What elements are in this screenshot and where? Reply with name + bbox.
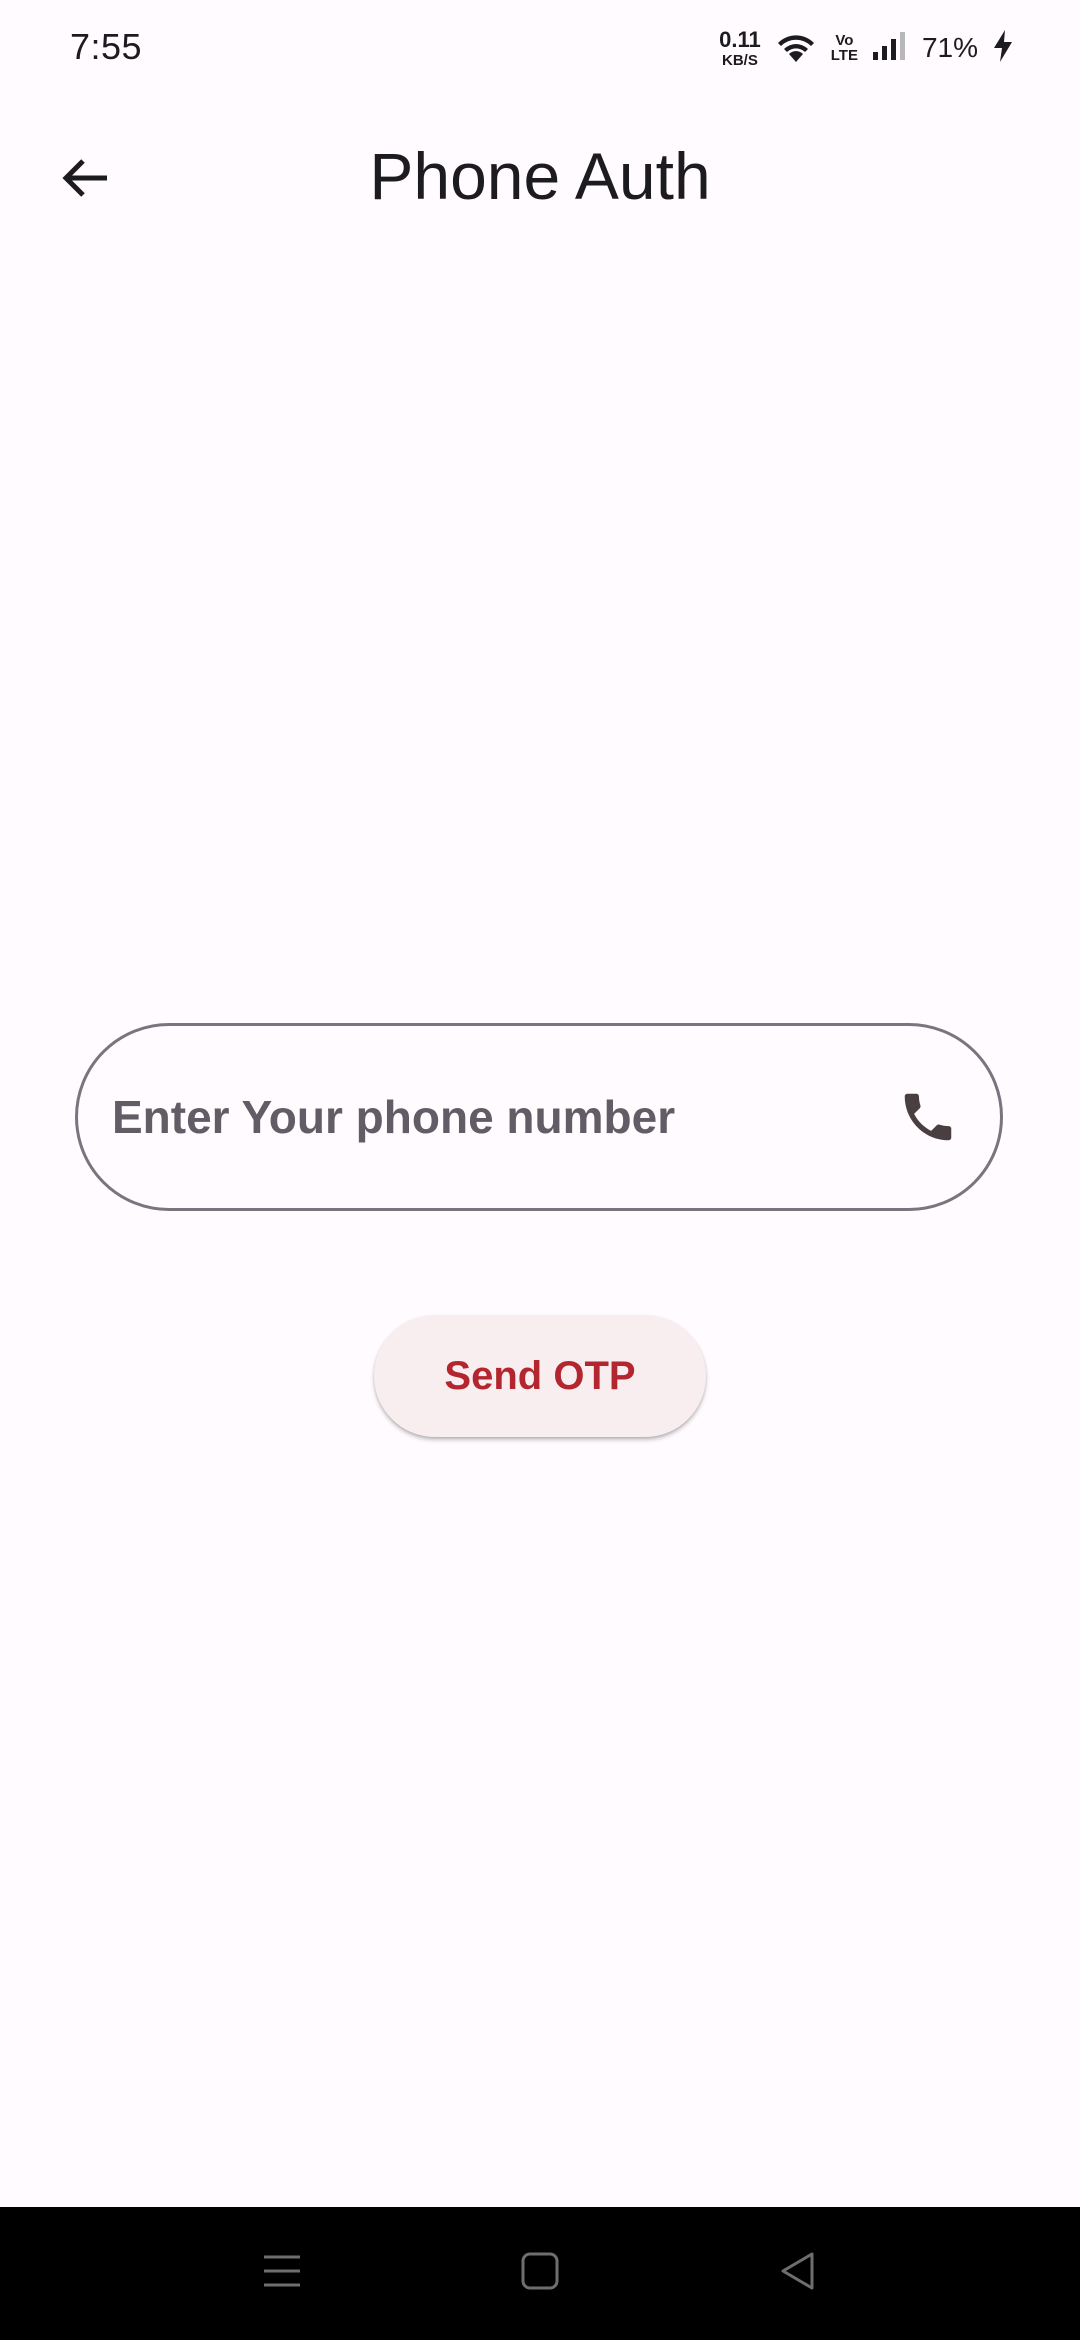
network-speed: 0.11 KB/S: [719, 26, 761, 69]
app-bar: Phone Auth: [0, 120, 1080, 240]
network-speed-unit: KB/S: [722, 51, 758, 69]
phone-number-input[interactable]: [78, 1025, 892, 1209]
menu-icon: [262, 2251, 302, 2296]
status-bar: 7:55 0.11 KB/S Vo LTE 71%: [0, 0, 1080, 96]
network-speed-value: 0.11: [719, 26, 761, 52]
volte-top: Vo: [835, 32, 854, 49]
status-time: 7:55: [70, 26, 143, 67]
volte-icon: Vo LTE: [831, 33, 858, 63]
send-otp-button[interactable]: Send OTP: [374, 1315, 706, 1437]
nav-back-button[interactable]: [766, 2241, 830, 2305]
charging-icon: [992, 29, 1014, 68]
navigation-bar: [0, 2207, 1080, 2340]
volte-bottom: LTE: [830, 47, 858, 64]
phone-number-field[interactable]: [75, 1023, 1003, 1211]
nav-menu-button[interactable]: [250, 2241, 314, 2305]
back-icon: [778, 2251, 818, 2296]
status-icons: 0.11 KB/S Vo LTE 71%: [719, 24, 1014, 72]
battery-percent: 71%: [921, 32, 978, 63]
page-title: Phone Auth: [369, 139, 711, 213]
signal-icon: [872, 30, 908, 67]
phone-icon: [892, 1081, 964, 1153]
nav-home-button[interactable]: [508, 2241, 572, 2305]
home-icon: [520, 2251, 560, 2296]
wifi-icon: [775, 28, 817, 69]
